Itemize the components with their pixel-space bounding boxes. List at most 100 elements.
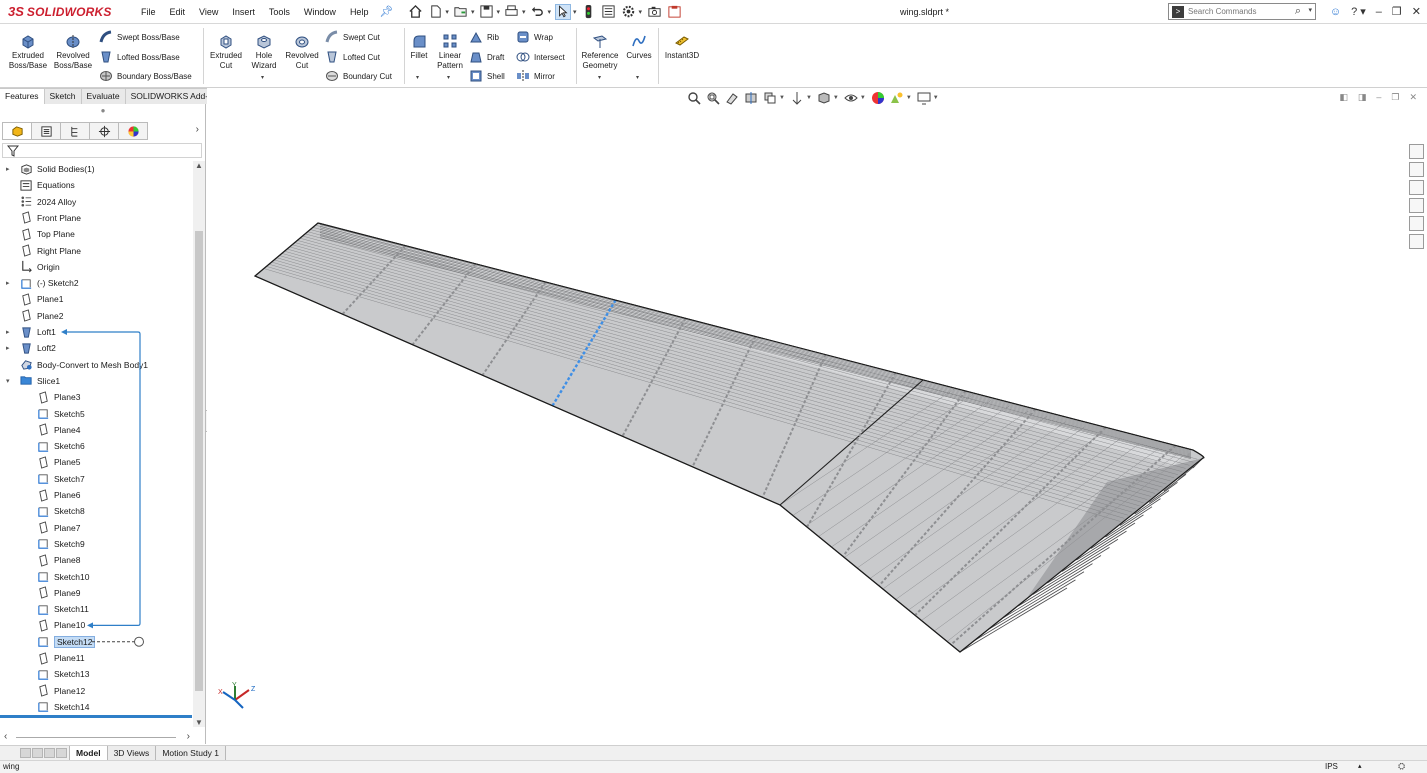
tree-item[interactable]: Top Plane (20, 226, 75, 242)
reference-geometry-button[interactable]: Reference Geometry (578, 33, 622, 71)
curves-button[interactable]: Curves (624, 33, 654, 61)
tree-item[interactable]: Plane3 (37, 389, 80, 405)
tab-model[interactable]: Model (69, 746, 108, 760)
menu-view[interactable]: View (192, 0, 225, 24)
scroll-down-icon[interactable]: ▼ (195, 718, 203, 727)
unit-system-selector[interactable]: IPS (1325, 762, 1338, 771)
wrap-button[interactable]: Wrap (516, 30, 553, 44)
tree-item[interactable]: ▸ (-) Sketch2 (6, 275, 79, 291)
dimxpert-tab[interactable] (89, 122, 119, 140)
tree-item[interactable]: Plane7 (37, 520, 80, 536)
tree-item[interactable]: 2024 Alloy (20, 194, 76, 210)
tree-item[interactable]: Sketch14 (37, 699, 89, 715)
tree-item[interactable]: Plane8 (37, 552, 80, 568)
scroll-right-icon[interactable]: › (187, 731, 190, 742)
tree-vertical-scrollbar[interactable]: ▲ ▼ (193, 161, 205, 727)
view-palette-icon[interactable] (1408, 198, 1424, 213)
camera-icon[interactable] (646, 4, 662, 20)
expand-arrow-icon[interactable]: ▸ (6, 279, 10, 287)
property-manager-tab[interactable] (31, 122, 61, 140)
tab-motion-study-1[interactable]: Motion Study 1 (155, 746, 227, 760)
restore-button[interactable]: ❐ (1392, 0, 1402, 24)
chevron-down-icon[interactable]: ▾ (416, 74, 419, 81)
tree-item[interactable]: Plane12 (37, 683, 85, 699)
revolved-cut-button[interactable]: Revolved Cut (283, 33, 321, 71)
chevron-down-icon[interactable]: ▾ (471, 8, 475, 16)
file-properties-icon[interactable] (601, 4, 617, 20)
tree-item[interactable]: Sketch9 (37, 536, 85, 552)
expand-arrow-icon[interactable]: ▸ (6, 344, 10, 352)
tree-item[interactable]: Plane1 (20, 291, 63, 307)
chevron-right-icon[interactable]: › (196, 124, 199, 135)
solidworks-logo[interactable]: 3S SOLIDWORKS (0, 0, 128, 24)
menu-insert[interactable]: Insert (225, 0, 262, 24)
tree-item[interactable]: Plane5 (37, 454, 80, 470)
chevron-down-icon[interactable]: ▾ (445, 8, 449, 16)
lofted-boss-button[interactable]: Lofted Boss/Base (99, 50, 180, 64)
tab-evaluate[interactable]: Evaluate (81, 88, 126, 104)
display-manager-tab[interactable] (118, 122, 148, 140)
swept-boss-button[interactable]: Swept Boss/Base (99, 30, 180, 44)
rollback-bar[interactable] (0, 715, 192, 718)
tree-item[interactable]: Front Plane (20, 210, 81, 226)
minimize-button[interactable]: – (1376, 0, 1382, 24)
draft-button[interactable]: Draft (469, 50, 504, 64)
tree-item[interactable]: ▾ Slice1 (6, 373, 60, 389)
panel-grip[interactable]: ● (0, 104, 206, 118)
configuration-manager-tab[interactable] (60, 122, 90, 140)
tree-item[interactable]: Plane9 (37, 585, 80, 601)
graphics-area[interactable]: ▼ ▼ ▼ ▼ ▼ ▼ ◧ ◨ – ❐ ✕ Z Y X (207, 88, 1427, 744)
next-tab-button[interactable] (44, 748, 55, 758)
new-document-icon[interactable] (427, 4, 443, 20)
home-icon[interactable] (407, 4, 423, 20)
options-gear-icon[interactable] (621, 4, 637, 20)
search-input[interactable]: Search Commands (1188, 7, 1256, 16)
pin-icon[interactable]: 📌︎ (379, 5, 393, 18)
design-library-icon[interactable] (1408, 162, 1424, 177)
scroll-up-icon[interactable]: ▲ (195, 161, 203, 170)
tree-item[interactable]: Sketch8 (37, 503, 85, 519)
select-cursor-icon[interactable] (555, 3, 571, 20)
search-commands-box[interactable]: > Search Commands ⌕ ▾ (1168, 3, 1316, 20)
expand-arrow-icon[interactable]: ▸ (6, 328, 10, 336)
menu-edit[interactable]: Edit (163, 0, 193, 24)
chevron-down-icon[interactable]: ▾ (261, 74, 264, 81)
menu-window[interactable]: Window (297, 0, 343, 24)
chevron-down-icon[interactable]: ▾ (639, 8, 643, 16)
save-icon[interactable] (478, 4, 494, 20)
chevron-down-icon[interactable]: ▾ (1308, 6, 1312, 14)
help-icon[interactable]: ? ▾ (1351, 0, 1366, 24)
chevron-down-icon[interactable]: ▾ (547, 8, 551, 16)
extruded-boss-button[interactable]: Extruded Boss/Base (6, 33, 50, 71)
tree-item[interactable]: Plane6 (37, 487, 80, 503)
tree-item[interactable]: Plane10 (37, 617, 85, 633)
tab-features[interactable]: Features (0, 88, 45, 104)
tree-filter-box[interactable] (2, 143, 202, 158)
custom-properties-icon[interactable] (1408, 234, 1424, 249)
tree-item[interactable]: Plane4 (37, 422, 80, 438)
last-tab-button[interactable] (56, 748, 67, 758)
chevron-down-icon[interactable]: ▾ (573, 8, 577, 16)
solidworks-resources-icon[interactable] (1408, 144, 1424, 159)
feature-manager-tab[interactable] (2, 122, 32, 140)
tree-item[interactable]: Equations (20, 177, 75, 193)
appearances-scenes-icon[interactable] (1408, 216, 1424, 231)
chevron-down-icon[interactable]: ▾ (636, 74, 639, 81)
tree-horizontal-scrollbar[interactable]: ‹ › (0, 731, 192, 743)
intersect-button[interactable]: Intersect (516, 50, 565, 64)
open-folder-icon[interactable] (453, 4, 469, 20)
expand-arrow-icon[interactable]: ▸ (6, 165, 10, 173)
tab-sketch[interactable]: Sketch (44, 88, 82, 104)
previous-tab-button[interactable] (32, 748, 43, 758)
file-explorer-icon[interactable] (1408, 180, 1424, 195)
search-icon[interactable]: ⌕ (1295, 5, 1301, 18)
menu-tools[interactable]: Tools (262, 0, 297, 24)
revolved-boss-button[interactable]: Revolved Boss/Base (52, 33, 94, 71)
tree-item[interactable]: Sketch5 (37, 406, 85, 422)
extruded-cut-button[interactable]: Extruded Cut (207, 33, 245, 71)
undo-icon[interactable] (529, 4, 545, 20)
first-tab-button[interactable] (20, 748, 31, 758)
tree-item[interactable]: Sketch6 (37, 438, 85, 454)
scroll-track[interactable] (16, 737, 176, 738)
close-view-button[interactable]: ✕ (1409, 92, 1417, 103)
